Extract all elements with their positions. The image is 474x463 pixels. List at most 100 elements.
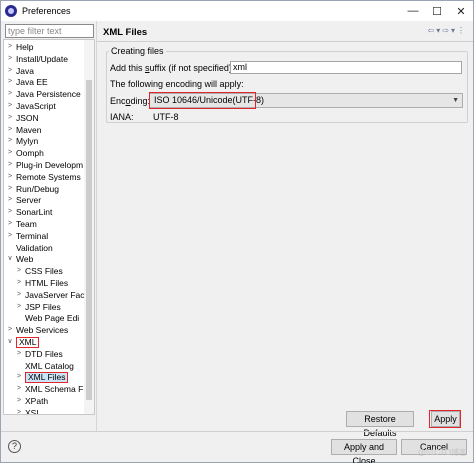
- expand-icon[interactable]: >: [6, 171, 14, 183]
- tree-item-label: DTD Files: [25, 348, 63, 359]
- expand-icon[interactable]: >: [15, 277, 23, 289]
- expand-icon[interactable]: >: [6, 76, 14, 88]
- forward-menu-icon[interactable]: ▾: [451, 26, 455, 35]
- view-menu-icon[interactable]: ⋮: [457, 26, 465, 35]
- tree-item[interactable]: > SonarLint: [6, 206, 52, 218]
- tree-item[interactable]: > Mylyn: [6, 135, 38, 147]
- tree-item[interactable]: ∨ XML: [6, 336, 40, 348]
- tree-item[interactable]: > Java EE: [6, 76, 48, 88]
- expand-icon[interactable]: >: [15, 383, 23, 395]
- tree-item-label: XML Schema F: [25, 384, 84, 395]
- apply-and-close-button[interactable]: Apply and Close: [331, 439, 397, 463]
- tree-item[interactable]: > Web Services: [6, 324, 68, 336]
- expand-icon[interactable]: >: [6, 135, 14, 147]
- iana-label: IANA:: [110, 112, 134, 122]
- expand-icon[interactable]: >: [6, 147, 14, 159]
- collapse-icon[interactable]: ∨: [6, 336, 14, 348]
- tree-item[interactable]: > Server: [6, 194, 41, 206]
- expand-icon[interactable]: >: [15, 407, 23, 414]
- expand-icon[interactable]: >: [6, 206, 14, 218]
- back-icon[interactable]: ⇦: [428, 26, 435, 35]
- tree-item[interactable]: > Terminal: [6, 230, 48, 242]
- apply-highlight-box: [429, 410, 461, 428]
- group-label: Creating files: [109, 46, 166, 56]
- suffix-combo[interactable]: xml: [230, 61, 462, 74]
- restore-defaults-button[interactable]: Restore Defaults: [346, 411, 414, 438]
- title-bar: Preferences — ☐ ✕: [1, 1, 473, 21]
- tree-item-label: HTML Files: [25, 278, 69, 288]
- tree-item-label: JSON: [16, 112, 39, 123]
- tree-item[interactable]: > Oomph: [6, 147, 44, 159]
- tree-item-label: Java Persistence: [16, 89, 81, 100]
- back-menu-icon[interactable]: ▾: [436, 26, 440, 35]
- tree-item[interactable]: Validation: [6, 242, 53, 254]
- iana-value: UTF-8: [153, 112, 179, 122]
- tree-scrollbar-thumb[interactable]: [86, 80, 92, 400]
- maximize-button[interactable]: ☐: [425, 1, 449, 21]
- expand-icon[interactable]: >: [6, 53, 14, 65]
- tree-item[interactable]: > XPath: [15, 395, 48, 407]
- expand-icon[interactable]: >: [15, 289, 23, 301]
- tree-item-label: Validation: [16, 242, 53, 253]
- minimize-button[interactable]: —: [401, 1, 425, 21]
- collapse-icon[interactable]: ∨: [6, 253, 14, 265]
- filter-input[interactable]: [5, 24, 94, 38]
- close-button[interactable]: ✕: [449, 1, 473, 21]
- tree-item[interactable]: > DTD Files: [15, 348, 63, 360]
- preferences-window: Preferences — ☐ ✕ >Help>Install/Update>J…: [0, 0, 474, 463]
- expand-icon[interactable]: >: [15, 371, 23, 383]
- tree-item[interactable]: > Plug-in Developm: [6, 159, 83, 171]
- tree-item[interactable]: XML Catalog: [15, 360, 74, 372]
- tree-item[interactable]: > JavaScript: [6, 100, 56, 112]
- encoding-label: Encoding:: [110, 96, 151, 106]
- tree-item[interactable]: ∨ Web: [6, 253, 33, 265]
- encoding-info-label: The following encoding will apply:: [110, 79, 244, 89]
- expand-icon[interactable]: >: [6, 65, 14, 77]
- window-controls: — ☐ ✕: [401, 1, 473, 21]
- forward-icon[interactable]: ⇨: [442, 26, 449, 35]
- page-navigation: ⇦ ▾ ⇨ ▾ ⋮: [428, 26, 465, 35]
- tree-item-label: Web Page Edi: [25, 313, 80, 324]
- tree-item[interactable]: > XML Files: [15, 371, 69, 383]
- expand-icon[interactable]: >: [6, 159, 14, 171]
- tree-item[interactable]: > Java Persistence: [6, 88, 81, 100]
- expand-icon[interactable]: >: [6, 41, 14, 53]
- expand-icon[interactable]: >: [6, 230, 14, 242]
- expand-icon[interactable]: >: [6, 100, 14, 112]
- panel-divider[interactable]: [96, 21, 97, 431]
- expand-icon[interactable]: >: [6, 88, 14, 100]
- tree-item[interactable]: > XML Schema F: [15, 383, 83, 395]
- tree-item[interactable]: > Remote Systems: [6, 171, 81, 183]
- tree-item[interactable]: > Run/Debug: [6, 183, 59, 195]
- tree-item[interactable]: Web Page Edi: [15, 312, 79, 324]
- tree-item-label: XPath: [25, 396, 49, 406]
- page-title: XML Files: [103, 27, 148, 38]
- tree-item[interactable]: > XSL: [15, 407, 41, 414]
- tree-item[interactable]: > JavaServer Fac: [15, 289, 85, 301]
- tree-item[interactable]: > CSS Files: [15, 265, 63, 277]
- expand-icon[interactable]: >: [15, 265, 23, 277]
- tree-item[interactable]: > JSON: [6, 112, 39, 124]
- tree-item-label: Oomph: [16, 148, 44, 159]
- expand-icon[interactable]: >: [6, 324, 14, 336]
- help-icon[interactable]: ?: [8, 440, 21, 453]
- expand-icon[interactable]: >: [6, 124, 14, 136]
- tree-item[interactable]: > Help: [6, 41, 34, 53]
- tree-item[interactable]: > HTML Files: [15, 277, 68, 289]
- expand-icon[interactable]: >: [15, 301, 23, 313]
- tree-item-label: Run/Debug: [16, 183, 60, 194]
- tree-item[interactable]: > Maven: [6, 124, 42, 136]
- tree-item[interactable]: > Team: [6, 218, 37, 230]
- expand-icon[interactable]: >: [6, 112, 14, 124]
- tree-item[interactable]: > Java: [6, 65, 34, 77]
- preference-tree: > Help > Install/Update > Java > Java EE > Java P…: [3, 39, 95, 415]
- expand-icon[interactable]: >: [15, 348, 23, 360]
- expand-icon[interactable]: >: [6, 194, 14, 206]
- tree-item-label: Help: [16, 42, 34, 52]
- tree-item[interactable]: > JSP Files: [15, 301, 61, 313]
- tree-item[interactable]: > Install/Update: [6, 53, 68, 65]
- expand-icon[interactable]: >: [6, 183, 14, 195]
- expand-icon[interactable]: >: [6, 218, 14, 230]
- expand-icon[interactable]: >: [15, 395, 23, 407]
- encoding-highlight-box: [149, 92, 256, 109]
